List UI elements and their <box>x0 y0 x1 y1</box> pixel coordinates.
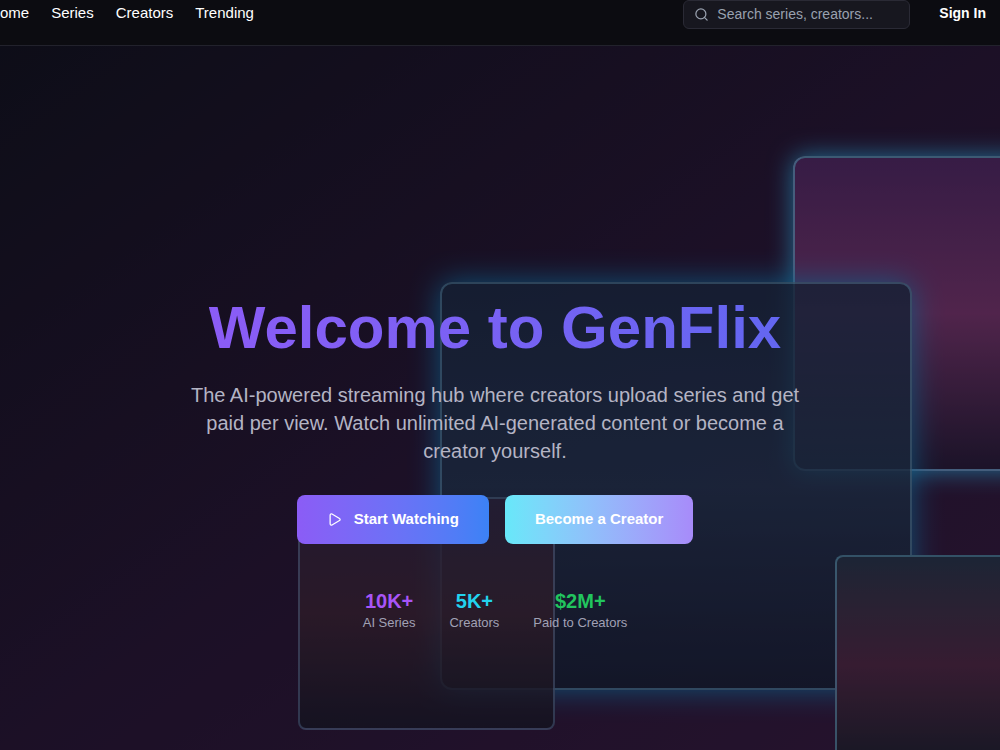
stat: $2M+Paid to Creators <box>533 588 627 632</box>
search-icon <box>694 7 709 22</box>
nav-links: ome Series Creators Trending <box>0 0 254 25</box>
nav-link[interactable]: ome <box>0 2 29 25</box>
hero-buttons: Start Watching Become a Creator <box>297 495 694 544</box>
stat-value: $2M+ <box>555 588 606 614</box>
start-watching-button[interactable]: Start Watching <box>297 495 489 544</box>
stat-value: 5K+ <box>456 588 493 614</box>
app: ome Series Creators Trending Search series, … <box>0 0 1000 750</box>
play-icon <box>327 512 342 527</box>
stat-label: Creators <box>449 614 499 632</box>
sign-in-link[interactable]: Sign In <box>939 0 986 24</box>
nav-link[interactable]: Trending <box>195 2 254 25</box>
top-nav: ome Series Creators Trending Search series, … <box>0 0 1000 46</box>
search-field[interactable]: Search series, creators... <box>683 0 910 29</box>
hero-title: Welcome to GenFlix <box>209 295 781 361</box>
hero-subtitle: The AI-powered streaming hub where creat… <box>190 381 800 465</box>
become-creator-button[interactable]: Become a Creator <box>505 495 693 544</box>
stats: 10K+AI Series 5K+Creators $2M+Paid to Crea… <box>363 588 628 632</box>
stat: 10K+AI Series <box>363 588 416 632</box>
nav-link[interactable]: Series <box>51 2 94 25</box>
stat: 5K+Creators <box>449 588 499 632</box>
hero: Welcome to GenFlix The AI-powered streami… <box>0 46 1000 750</box>
stat-label: AI Series <box>363 614 416 632</box>
nav-link[interactable]: Creators <box>116 2 174 25</box>
stat-label: Paid to Creators <box>533 614 627 632</box>
search-placeholder: Search series, creators... <box>717 4 873 25</box>
stat-value: 10K+ <box>365 588 413 614</box>
